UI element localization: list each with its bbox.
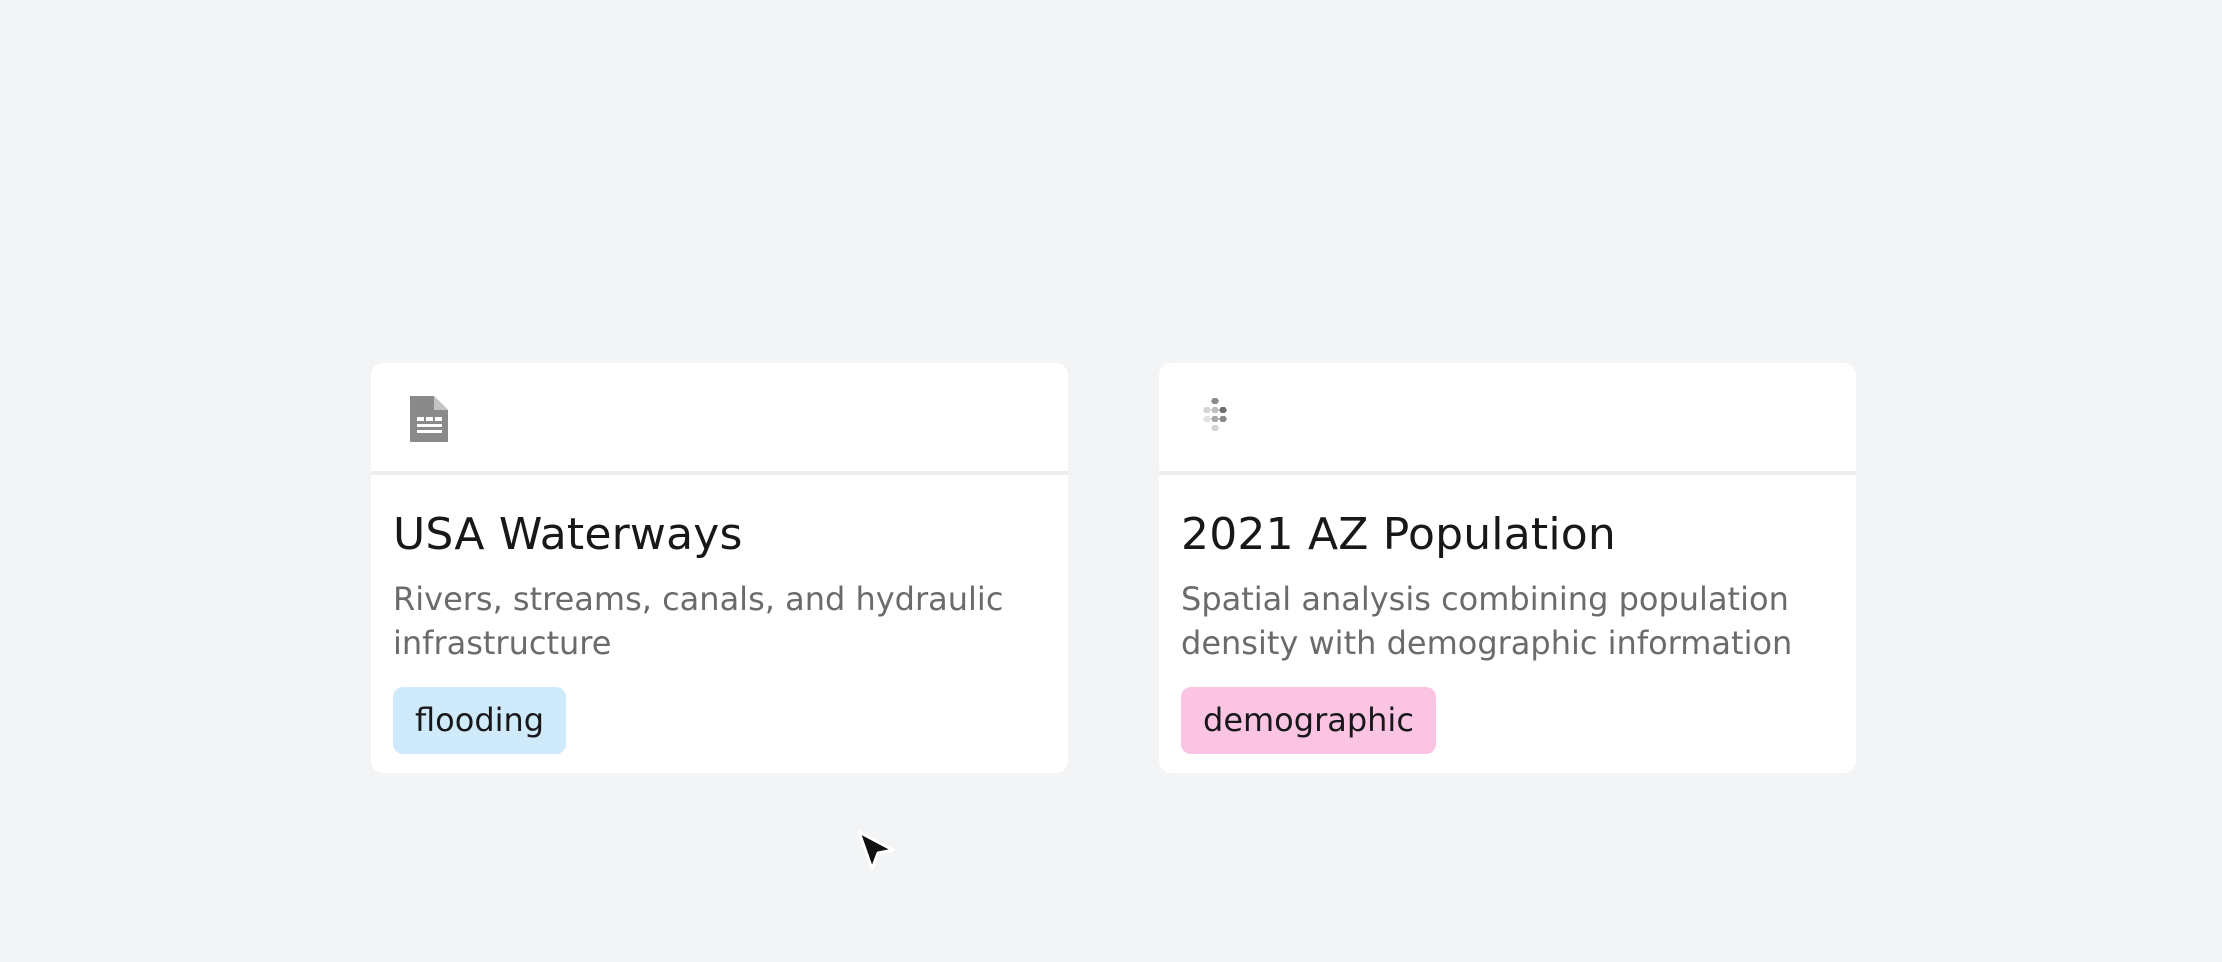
- card-header: [371, 363, 1068, 475]
- card-title: USA Waterways: [393, 509, 743, 560]
- tag-demographic[interactable]: demographic: [1181, 687, 1436, 754]
- layer-card-az-population[interactable]: 2021 AZ Population Spatial analysis comb…: [1159, 363, 1856, 773]
- mouse-pointer-icon: [857, 830, 895, 871]
- hexagon-cluster-icon: [1203, 398, 1227, 431]
- card-body: USA Waterways Rivers, streams, canals, a…: [371, 475, 1068, 754]
- card-description: Spatial analysis combining population de…: [1181, 580, 1793, 662]
- card-header: [1159, 363, 1856, 475]
- document-table-icon: [410, 396, 448, 442]
- tag-flooding[interactable]: flooding: [393, 687, 567, 754]
- layer-card-usa-waterways[interactable]: USA Waterways Rivers, streams, canals, a…: [371, 363, 1068, 773]
- card-body: 2021 AZ Population Spatial analysis comb…: [1159, 475, 1856, 754]
- card-description: Rivers, streams, canals, and hydraulic i…: [393, 580, 1004, 662]
- card-title: 2021 AZ Population: [1181, 509, 1616, 560]
